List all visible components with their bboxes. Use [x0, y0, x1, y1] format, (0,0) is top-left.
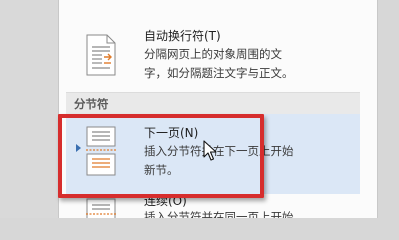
menu-item-description-line1: 插入分节符并在同一页上开始 — [144, 210, 294, 218]
mouse-cursor-icon — [203, 140, 217, 162]
menu-item-description-line1: 分隔网页上的对象周围的文 — [144, 47, 282, 61]
menu-item-text-wrapping[interactable]: 自动换行符(T) 分隔网页上的对象周围的文 字，如分隔题注文字与正文。 — [66, 18, 360, 92]
section-break-header: 分节符 — [66, 92, 360, 114]
document-area-right — [378, 0, 399, 218]
menu-item-description-line2: 字，如分隔题注文字与正文。 — [144, 66, 294, 80]
section-header-label: 分节符 — [74, 97, 109, 111]
menu-item-title: 自动换行符(T) — [144, 29, 221, 43]
screenshot-stage: 自动换行符(T) 分隔网页上的对象周围的文 字，如分隔题注文字与正文。 分节符 … — [0, 0, 399, 218]
continuous-section-break-icon — [84, 198, 118, 218]
text-wrapping-break-icon — [84, 34, 118, 76]
document-area-left — [0, 0, 58, 218]
annotation-highlight-box — [58, 114, 264, 198]
